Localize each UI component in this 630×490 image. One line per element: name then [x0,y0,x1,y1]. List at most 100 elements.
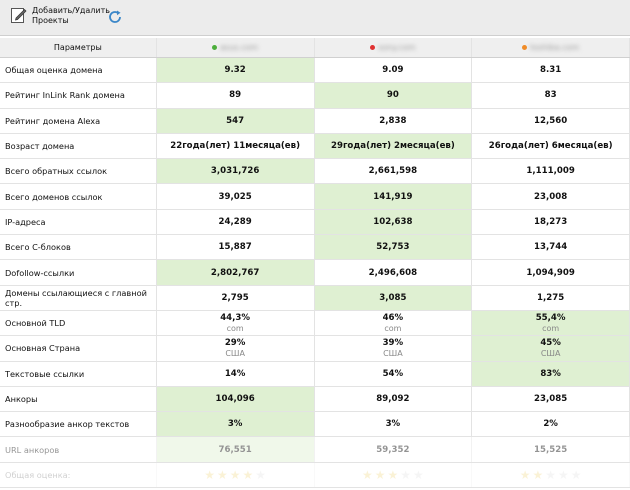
value-cell: 2% [472,412,630,437]
star-icon: ★ [413,467,424,482]
value-cell: 15,525 [472,437,630,462]
table-row: IP-адреса 24,289 102,638 18,273 [0,209,630,236]
value-cell: 3% [315,412,473,437]
value-cell: 13,744 [472,235,630,260]
row-label: URL анкоров [0,437,157,462]
star-icon: ★ [255,467,267,482]
cell-value: 1,094,909 [526,267,575,278]
star-icon: ★ [519,467,531,482]
value-cell: 29% США [157,336,315,361]
cell-value: 83% [540,368,561,379]
cell-value: 14% [224,368,246,379]
row-label: Возраст домена [0,133,157,159]
row-label: Основной TLD [0,310,157,336]
cell-subvalue: США [225,349,245,359]
domain-header-2[interactable]: sony.com [315,38,473,57]
cell-value: 15,887 [218,242,252,253]
cell-value: 18,273 [534,216,568,227]
cell-value: 15,525 [534,444,568,455]
cell-value: 54% [382,368,404,379]
table-row: Основной TLD 44,3% com 46% com 55,4% com [0,310,630,337]
value-cell: 90 [314,83,473,108]
table-row: Текстовые ссылки 14% 54% 83% [0,361,630,387]
cell-subvalue: com [384,324,402,334]
row-label: Dofollow-ссылки [0,260,157,285]
domain-header-3[interactable]: toshiba.com [472,38,630,57]
cell-value: 13,744 [534,242,568,253]
value-cell: 76,551 [156,437,315,462]
cell-value: 55,4% [535,313,566,324]
value-cell: 2,802,767 [156,260,315,285]
row-label: Основная Страна [0,336,157,361]
table-row: Всего обратных ссылок 3,031,726 2,661,598 1… [0,159,630,185]
table-row: Рейтинг домена Alexa 547 2,838 12,560 [0,108,630,134]
cell-value: 2,661,598 [368,166,418,177]
cell-value: 59,352 [376,444,410,455]
row-label: IP-адреса [0,209,157,235]
cell-value: 52,753 [376,242,410,253]
value-cell: 547 [156,108,315,133]
rating-cell: ★ ★ ★ ★ ★ [315,462,473,488]
value-cell: 141,919 [314,184,473,209]
cell-value: 29% [224,338,246,349]
row-label: Всего доменов ссылок [0,184,157,209]
value-cell: 44,3% com [157,310,315,336]
value-cell: 2,661,598 [315,159,473,184]
value-cell: 1,094,909 [472,260,630,285]
table-row: Домены ссылающиеся с главной стр. 2,795 3,… [0,285,630,311]
cell-value: 23,085 [534,394,568,404]
rating-cell: ★ ★ ★ ★ ★ [472,462,630,488]
table-row: Разнообразие анкор текстов 3% 3% 2% [0,412,630,438]
cell-value: 26года(лет) 6месяца(ев) [488,141,613,152]
value-cell: 55,4% com [472,310,630,336]
row-label: Домены ссылающиеся с главной стр. [0,285,157,310]
star-icon: ★ [242,467,254,482]
row-label: Анкоры [0,386,157,412]
value-cell: 104,096 [156,386,315,412]
cell-value: 76,551 [218,444,252,455]
value-cell: 3,031,726 [156,159,315,184]
value-cell: 45% США [472,336,630,361]
domain-name: asus.com [220,43,259,52]
value-cell: 102,638 [314,209,473,235]
value-cell: 18,273 [472,209,630,235]
star-icon: ★ [229,467,241,482]
cell-value: 90 [386,90,399,101]
cell-subvalue: com [542,324,560,334]
table-body: Общая оценка домена 9.32 9.09 8.31 Рейтинг I… [0,58,630,489]
cell-value: 83 [544,90,557,101]
value-cell: 1,275 [472,285,630,310]
cell-value: 23,008 [534,191,568,202]
cell-value: 39,025 [218,191,252,202]
value-cell: 39,025 [157,184,315,209]
cell-value: 2% [543,419,558,430]
value-cell: 3,085 [314,285,473,310]
row-label: Рейтинг InLink Rank домена [0,83,157,108]
cell-subvalue: США [383,349,403,359]
cell-value: 3,085 [379,292,407,303]
cell-value: 44,3% [220,313,251,324]
value-cell: 29года(лет) 2месяца(ев) [314,133,473,159]
cell-value: 1,275 [537,292,565,303]
row-label: Текстовые ссылки [0,361,157,386]
row-label: Всего обратных ссылок [0,159,157,184]
value-cell: 9.09 [315,58,473,83]
value-cell: 1,111,009 [472,159,630,184]
value-cell: 39% США [315,336,473,361]
star-icon: ★ [558,467,569,482]
add-remove-projects-button[interactable]: Добавить/Удалить Проекты [10,6,112,26]
refresh-icon[interactable] [107,9,123,25]
row-label: Рейтинг домена Alexa [0,108,157,133]
cell-value: 24,289 [218,216,252,227]
row-label: Всего C-блоков [0,235,157,260]
domain-header-1[interactable]: asus.com [157,38,315,57]
value-cell: 46% com [315,310,473,336]
cell-value: 2,802,767 [210,267,260,278]
value-cell: 83 [472,83,630,108]
cell-value: 104,096 [215,394,255,404]
cell-value: 8.31 [540,65,562,76]
cell-value: 1,111,009 [526,166,575,177]
cell-subvalue: США [540,349,561,359]
domain-color-dot [522,45,528,50]
table-row: Рейтинг InLink Rank домена 89 90 83 [0,83,630,109]
